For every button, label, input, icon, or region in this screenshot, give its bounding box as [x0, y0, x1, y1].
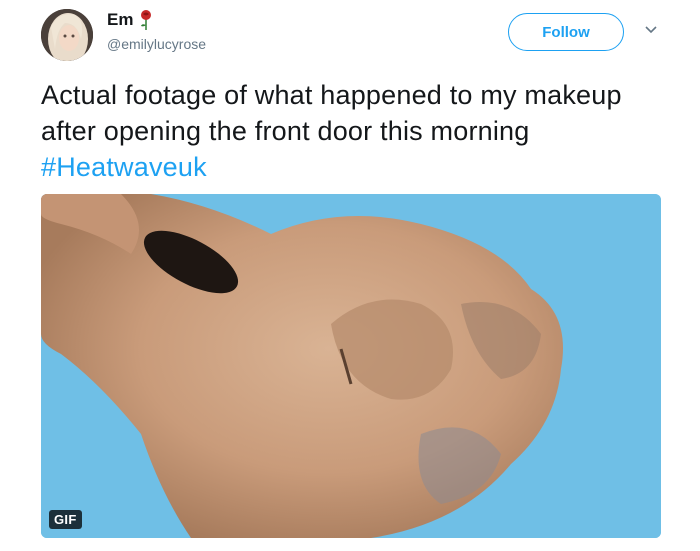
author-name-row[interactable]: Em: [107, 9, 153, 31]
avatar[interactable]: [41, 9, 93, 61]
hashtag-link[interactable]: #Heatwaveuk: [41, 152, 207, 182]
rose-icon: [141, 10, 152, 30]
tweet-body: Actual footage of what happened to my ma…: [41, 80, 622, 146]
chevron-down-icon[interactable]: [643, 24, 659, 36]
gif-badge: GIF: [49, 510, 82, 529]
author-handle[interactable]: @emilylucyrose: [107, 36, 206, 52]
gif-frame: [41, 194, 661, 538]
avatar-image: [41, 9, 93, 61]
display-name[interactable]: Em: [107, 10, 133, 30]
gif-media[interactable]: GIF: [41, 194, 661, 538]
tweet-text: Actual footage of what happened to my ma…: [41, 77, 651, 185]
follow-button[interactable]: Follow: [508, 13, 624, 51]
